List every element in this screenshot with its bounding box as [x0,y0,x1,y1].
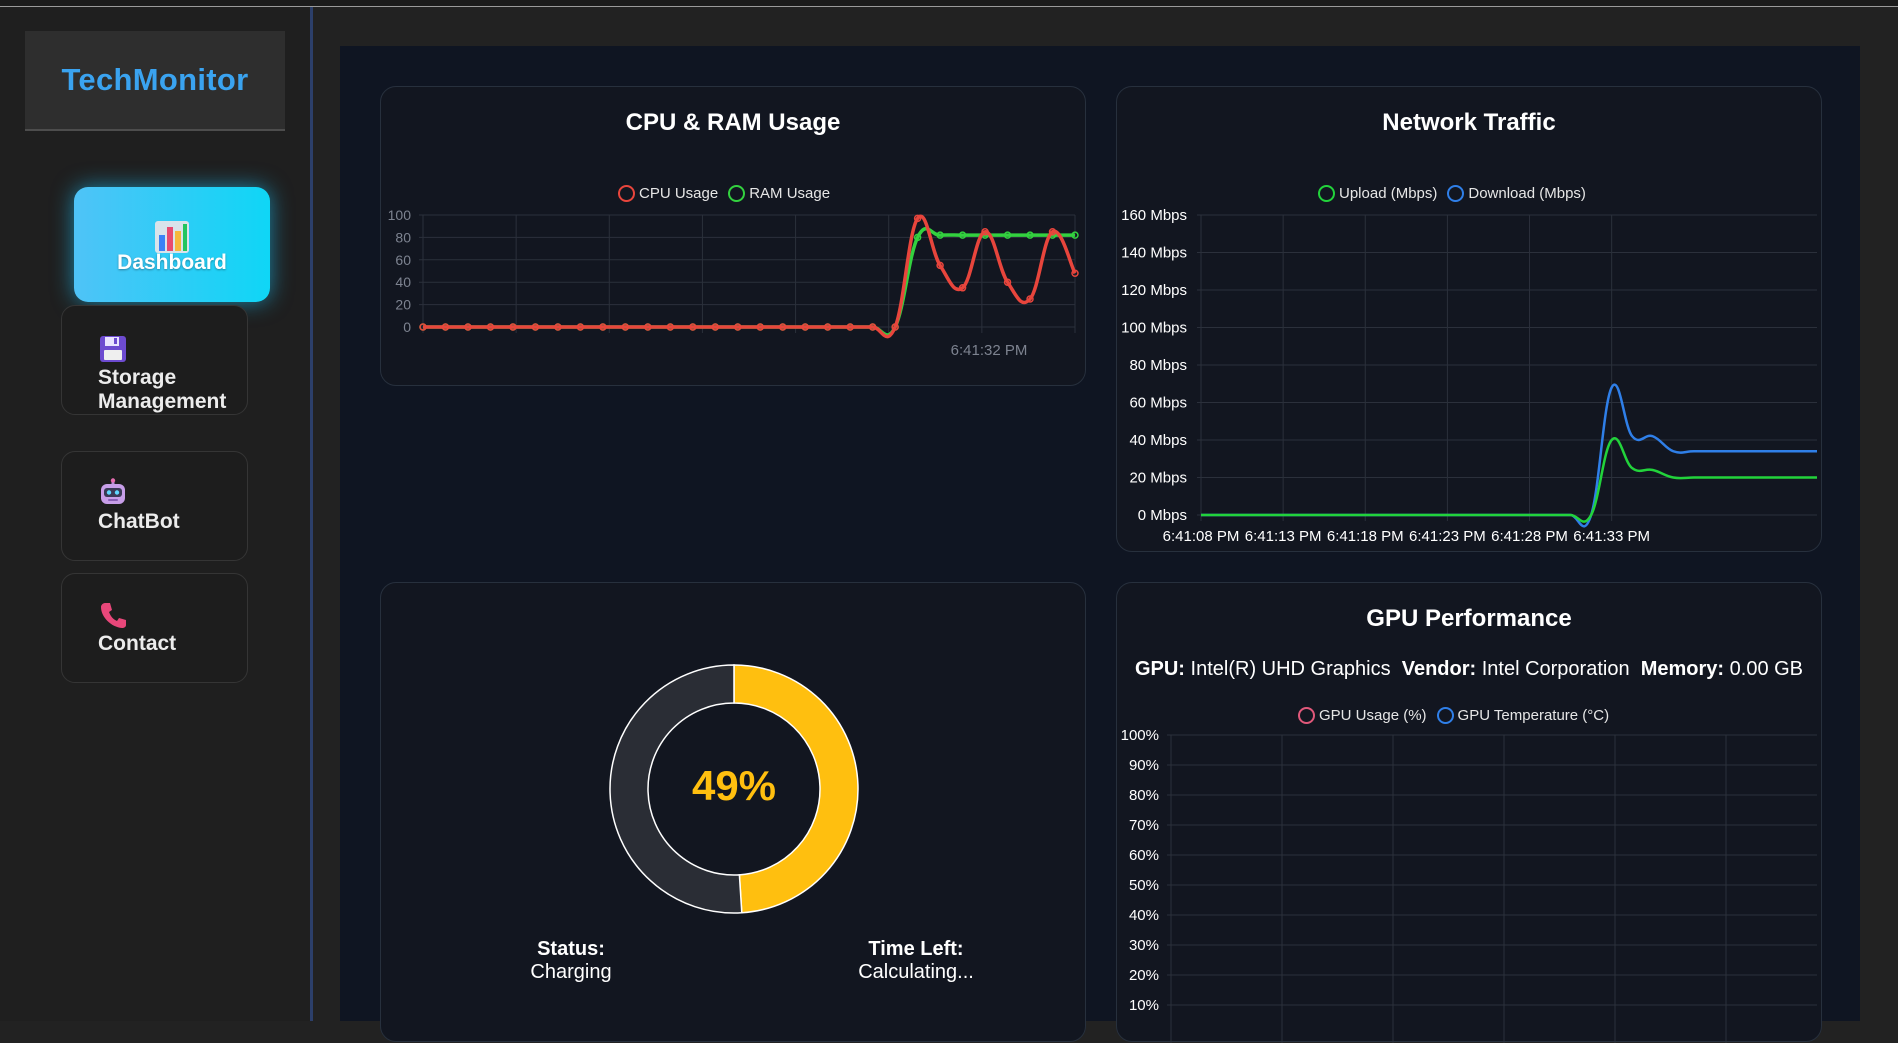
download-line [1201,383,1817,528]
x-tick-label: 6:41:18 PM [1327,528,1404,545]
battery-status: Status: Charging [461,938,681,984]
x-tick-label: 6:41:23 PM [1409,528,1486,545]
sidebar-item-storage-management[interactable]: Storage Management [61,305,248,415]
y-tick-label: 90% [1129,757,1159,774]
x-tick-label: 6:41:13 PM [1245,528,1322,545]
y-tick-label: 60% [1129,847,1159,864]
y-tick-label: 10% [1129,997,1159,1014]
x-tick-label: 6:41:33 PM [1573,528,1650,545]
y-tick-label: 80 [395,229,411,245]
y-tick-label: 60 [395,252,411,268]
y-tick-label: 0 [403,319,411,335]
dashboard-main: CPU & RAM Usage CPU Usage RAM Usage 100 8… [340,46,1860,1043]
y-tick-label: 140 Mbps [1121,245,1187,262]
y-tick-label: 120 Mbps [1121,282,1187,299]
window-top-border [0,0,1898,7]
battery-card: 49% Status: Charging Time Left: Calculat… [380,582,1086,1042]
sidebar-item-label: Storage [98,366,177,389]
y-tick-label: 60 Mbps [1129,395,1187,412]
sidebar-item-label: Contact [98,632,177,655]
floppy-disk-icon [100,336,126,362]
sidebar: TechMonitor Dashboard Storage Management [0,7,313,1021]
x-tick-label: 6:41:08 PM [1163,528,1240,545]
y-tick-label: 20 [395,297,411,313]
cpu-ram-chart: 100 80 60 40 20 0 6:41:32 PM [388,207,1079,359]
sidebar-item-chatbot[interactable]: ChatBot [61,451,248,561]
network-chart: 160 Mbps 140 Mbps 120 Mbps 100 Mbps 80 Mbps 6… [1121,207,1817,545]
app-title: TechMonitor [61,62,249,97]
time-left-label: Time Left: [868,938,964,960]
y-tick-label: 80% [1129,787,1159,804]
cpu-ram-card: CPU & RAM Usage CPU Usage RAM Usage 100 8… [380,86,1086,386]
status-value: Charging [530,961,612,983]
y-tick-label: 70% [1129,817,1159,834]
x-tick-label: 6:41:28 PM [1491,528,1568,545]
network-card: Network Traffic Upload (Mbps) Download (… [1116,86,1822,552]
sidebar-item-dashboard[interactable]: Dashboard [74,187,270,302]
y-tick-label: 20% [1129,967,1159,984]
y-tick-label: 160 Mbps [1121,207,1187,224]
status-label: Status: [537,938,605,960]
y-tick-label: 30% [1129,937,1159,954]
y-tick-label: 50% [1129,877,1159,894]
sidebar-item-label: Dashboard [117,250,227,274]
sidebar-item-label: ChatBot [98,510,180,533]
y-tick-label: 100% [1121,727,1159,744]
y-tick-label: 20 Mbps [1129,470,1187,487]
battery-time-left: Time Left: Calculating... [796,938,1036,984]
phone-icon [101,603,126,628]
y-tick-label: 40 Mbps [1129,432,1187,449]
y-tick-label: 40% [1129,907,1159,924]
y-tick-label: 40 [395,274,411,290]
sidebar-item-contact[interactable]: Contact [61,573,248,683]
gpu-card: GPU Performance GPU: Intel(R) UHD Graphi… [1116,582,1822,1043]
y-tick-label: 80 Mbps [1129,357,1187,374]
y-tick-label: 0 Mbps [1138,507,1187,524]
time-left-value: Calculating... [858,961,974,983]
y-tick-label: 100 [388,207,412,223]
y-tick-label: 100 Mbps [1121,320,1187,337]
battery-percent: 49% [691,762,777,809]
robot-icon [101,478,125,504]
logo-box: TechMonitor [25,31,285,131]
x-tick-label: 6:41:32 PM [951,342,1028,359]
sidebar-item-label: Management [98,390,227,413]
gpu-chart: 100% 90% 80% 70% 60% 50% 40% 30% 20% 10% [1121,727,1817,1043]
